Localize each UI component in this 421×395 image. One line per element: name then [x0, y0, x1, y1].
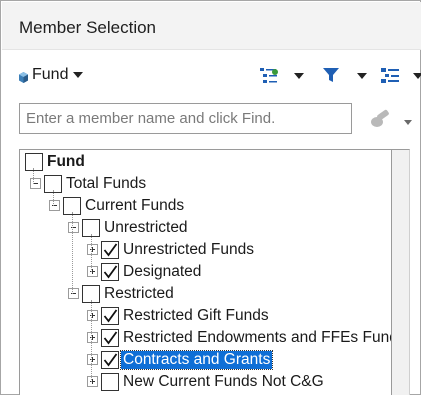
- hierarchy-view-dropdown-icon[interactable]: [413, 73, 421, 79]
- find-binoculars-icon: [371, 109, 412, 127]
- member-search-input[interactable]: [19, 103, 352, 134]
- member-label[interactable]: Designated: [123, 263, 201, 281]
- dimension-cube-icon: [19, 70, 28, 83]
- tree-row[interactable]: New Current Funds Not C&G: [20, 371, 391, 393]
- member-selection-panel: Member Selection Fund Enter a member nam…: [0, 0, 421, 395]
- tree-row[interactable]: Restricted Gift Funds: [20, 305, 391, 327]
- member-checkbox[interactable]: [25, 153, 43, 171]
- expand-plus-icon[interactable]: [87, 310, 98, 321]
- expand-plus-icon[interactable]: [87, 332, 98, 343]
- member-label[interactable]: Fund: [47, 153, 85, 171]
- tree-row[interactable]: Designated: [20, 261, 391, 283]
- member-checkbox[interactable]: [101, 263, 119, 281]
- member-label[interactable]: New Current Funds Not C&G: [123, 373, 324, 391]
- member-list-dropdown-icon[interactable]: [294, 73, 304, 79]
- member-checkbox[interactable]: [101, 329, 119, 347]
- member-checkbox[interactable]: [101, 351, 119, 369]
- expand-plus-icon[interactable]: [87, 244, 98, 255]
- filter-icon[interactable]: [322, 66, 340, 86]
- member-label[interactable]: Restricted Gift Funds: [123, 307, 269, 325]
- tree-row[interactable]: Total Funds: [20, 173, 391, 195]
- member-label[interactable]: Contracts and Grants: [119, 350, 274, 370]
- member-checkbox[interactable]: [101, 307, 119, 325]
- panel-header: Member Selection: [2, 2, 421, 50]
- member-label[interactable]: Restricted Endowments and FFEs Funds: [123, 329, 391, 347]
- expand-plus-icon[interactable]: [87, 266, 98, 277]
- tree-row[interactable]: Current Funds: [20, 195, 391, 217]
- tree-connector-line: [53, 190, 54, 206]
- collapse-minus-icon[interactable]: [49, 200, 60, 211]
- hierarchy-view-icon[interactable]: [380, 66, 400, 86]
- member-label[interactable]: Current Funds: [85, 197, 184, 215]
- chevron-down-icon: [73, 72, 84, 78]
- tree-row[interactable]: Restricted: [20, 283, 391, 305]
- tree-row[interactable]: Restricted Endowments and FFEs Funds: [20, 327, 391, 349]
- dimension-dropdown[interactable]: Fund: [19, 66, 84, 84]
- expand-plus-icon[interactable]: [87, 354, 98, 365]
- tree-row[interactable]: Unrestricted Funds: [20, 239, 391, 261]
- collapse-minus-icon[interactable]: [68, 222, 79, 233]
- find-button[interactable]: [369, 106, 412, 132]
- tree-scrollbar[interactable]: [392, 149, 410, 395]
- member-label[interactable]: Unrestricted Funds: [123, 241, 254, 259]
- panel-title: Member Selection: [19, 18, 157, 37]
- member-tree: Fund Total Funds Current Funds Unrestricted…: [19, 149, 392, 395]
- member-list-icon[interactable]: [259, 65, 281, 85]
- tree-row[interactable]: Fund: [20, 151, 391, 173]
- expand-plus-icon[interactable]: [87, 376, 98, 387]
- toolbar: Fund: [1, 59, 421, 95]
- member-label[interactable]: Unrestricted: [104, 219, 188, 237]
- member-label[interactable]: Restricted: [104, 285, 174, 303]
- member-label[interactable]: Total Funds: [66, 175, 146, 193]
- tree-connector-line: [91, 300, 92, 382]
- filter-dropdown-icon[interactable]: [357, 73, 367, 79]
- member-checkbox[interactable]: [101, 373, 119, 391]
- tree-row[interactable]: Contracts and Grants: [20, 349, 391, 371]
- member-checkbox[interactable]: [101, 241, 119, 259]
- tree-row[interactable]: Unrestricted: [20, 217, 391, 239]
- collapse-minus-icon[interactable]: [68, 288, 79, 299]
- collapse-minus-icon[interactable]: [30, 178, 41, 189]
- tree-connector-line: [33, 168, 34, 184]
- search-row: [1, 103, 421, 135]
- tree-connector-line: [91, 234, 92, 272]
- dimension-label: Fund: [32, 66, 69, 83]
- tree-connector-line: [72, 212, 73, 294]
